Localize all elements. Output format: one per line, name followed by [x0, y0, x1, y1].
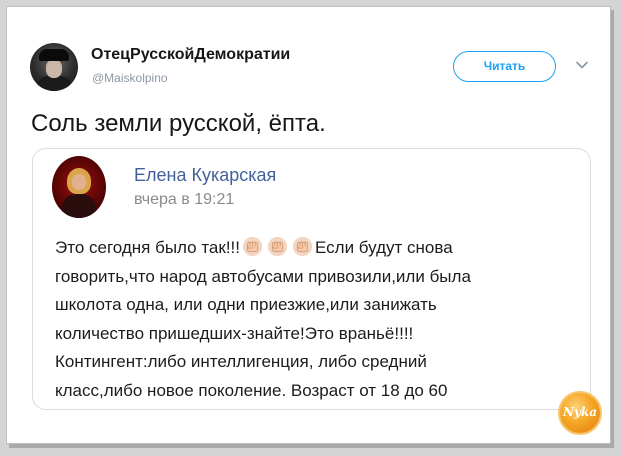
quote-line-1-start: Это сегодня было так!!!: [55, 238, 240, 257]
quote-author-name[interactable]: Елена Кукарская: [134, 165, 276, 186]
chevron-down-icon[interactable]: [575, 58, 589, 72]
raised-fist-icon: [292, 236, 313, 257]
follow-button[interactable]: Читать: [453, 51, 556, 82]
quote-line-1-end: Если будут снова: [315, 238, 453, 257]
raised-fist-icon: [242, 236, 263, 257]
quote-avatar[interactable]: [52, 156, 106, 218]
avatar-coat: [36, 76, 72, 91]
quote-line-6: класс,либо новое поколение. Возраст от 1…: [55, 380, 448, 400]
author-handle[interactable]: @Maiskolpino: [92, 71, 168, 85]
raised-fist-icon: [267, 236, 288, 257]
quote-avatar-body: [62, 194, 96, 218]
avatar[interactable]: [30, 43, 78, 91]
author-name[interactable]: ОтецРусскойДемократии: [91, 46, 290, 64]
quote-avatar-face: [72, 174, 86, 190]
avatar-face: [46, 60, 62, 78]
tweet-text: Соль земли русской, ёпта.: [31, 110, 326, 137]
watermark-logo: Nyka: [560, 393, 600, 433]
quote-text: Это сегодня было так!!! Если будут снова …: [55, 234, 575, 406]
quote-timestamp[interactable]: вчера в 19:21: [134, 191, 234, 209]
quote-line-5: Контингент:либо интеллигенция, либо сред…: [55, 352, 427, 372]
quote-line-2: говорить,что народ автобусами привозили,…: [55, 266, 471, 286]
avatar-hat: [39, 49, 69, 61]
quote-line-1: Это сегодня было так!!! Если будут снова: [55, 234, 575, 263]
quote-line-3: школота одна, или одни приезжие,или зани…: [55, 295, 437, 315]
watermark-text: Nyka: [562, 405, 598, 419]
quote-line-4: количество пришедших-знайте!Это враньё!!…: [55, 323, 414, 343]
